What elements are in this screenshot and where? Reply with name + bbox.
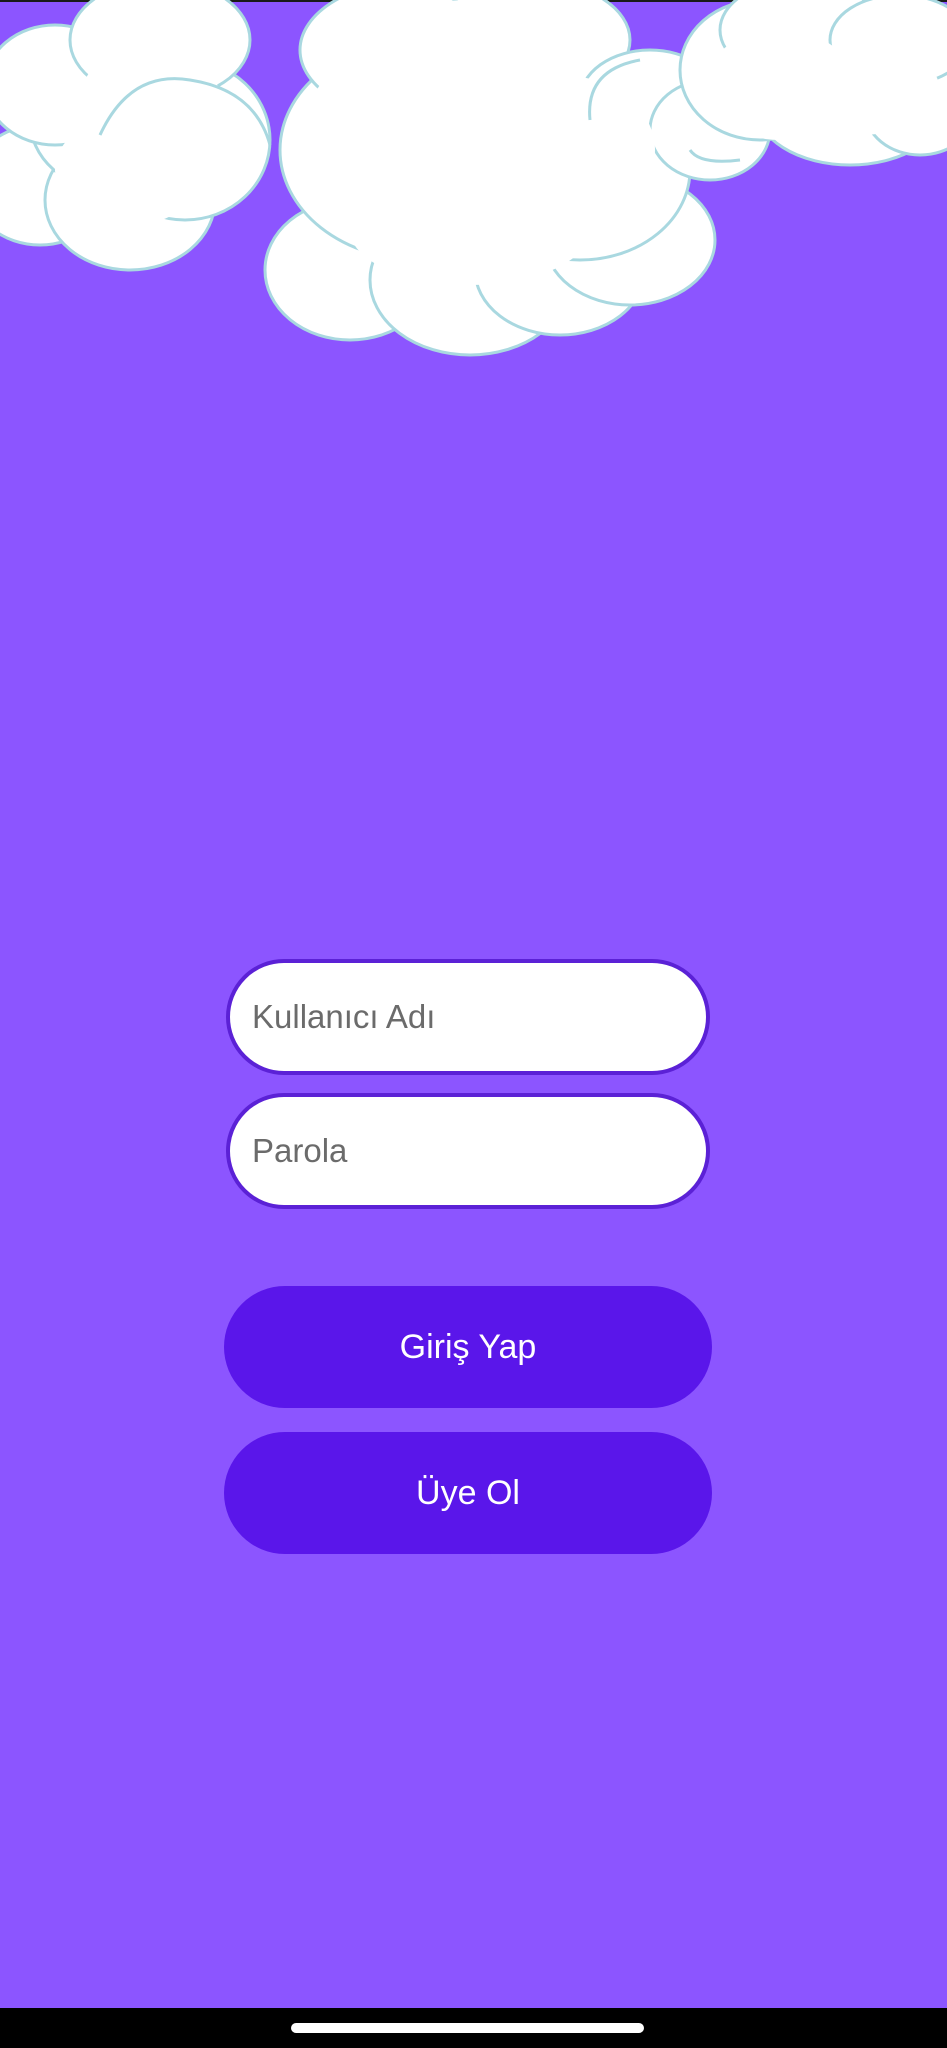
login-button-label: Giriş Yap	[399, 1327, 537, 1366]
login-button[interactable]: Giriş Yap	[224, 1286, 712, 1408]
password-input[interactable]	[226, 1093, 710, 1209]
cloud-illustration	[0, 0, 947, 357]
login-screen: Giriş Yap Üye Ol	[0, 0, 947, 2048]
home-indicator[interactable]	[291, 2023, 644, 2033]
username-input[interactable]	[226, 959, 710, 1075]
signup-button-label: Üye Ol	[416, 1473, 520, 1512]
signup-button[interactable]: Üye Ol	[224, 1432, 712, 1554]
system-navigation-bar	[0, 2008, 947, 2048]
